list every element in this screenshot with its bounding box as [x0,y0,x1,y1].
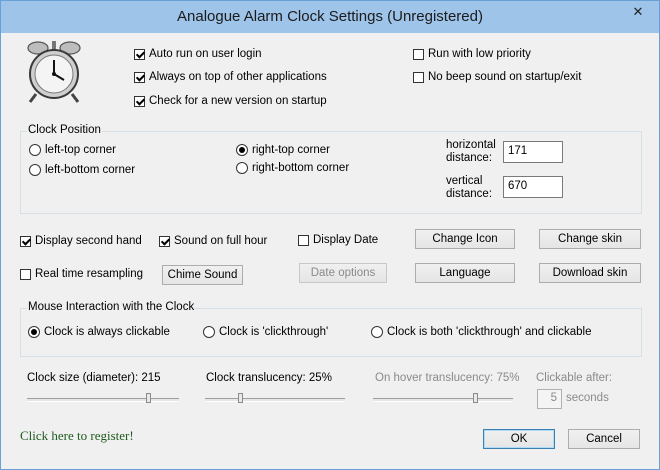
check-version-check-box[interactable] [134,95,145,107]
low-priority-checkbox[interactable]: Run with low priority [413,48,531,60]
both-radio-circle[interactable] [371,326,383,338]
second-hand-check-box[interactable] [20,235,31,247]
auto-run-check-box[interactable] [134,48,145,60]
vertical-distance-input[interactable]: 670 [503,176,563,198]
language-button[interactable]: Language [415,263,515,283]
right-bottom-radio-circle[interactable] [236,162,248,174]
realtime-resampling-label: Real time resampling [35,268,144,280]
hover-translucency-slider-track[interactable] [373,398,513,402]
horizontal-label-1: horizontal [446,139,496,151]
date-options-button[interactable]: Date options [299,263,387,283]
always-on-top-check-box[interactable] [134,71,145,83]
radio-left-bottom[interactable]: left-bottom corner [29,164,135,176]
auto-run-checkbox[interactable]: Auto run on user login [134,48,262,60]
check-version-checkbox[interactable]: Check for a new version on startup [134,95,327,107]
sound-full-hour-label: Sound on full hour [174,235,268,247]
horizontal-label-2: distance: [446,152,493,164]
sound-full-hour-check-box[interactable] [159,235,170,247]
second-hand-label: Display second hand [35,235,142,247]
always-clickable-radio-circle[interactable] [28,326,40,338]
clickthrough-label: Clock is 'clickthrough' [219,326,329,338]
radio-right-top[interactable]: right-top corner [236,144,330,156]
clock-size-label: Clock size (diameter): 215 [27,372,161,384]
right-top-label: right-top corner [252,144,330,156]
display-second-hand-checkbox[interactable]: Display second hand [20,235,142,247]
clickthrough-radio-circle[interactable] [203,326,215,338]
vertical-label-2: distance: [446,188,493,200]
display-date-check-box[interactable] [298,234,309,246]
radio-left-top[interactable]: left-top corner [29,144,116,156]
register-link[interactable]: Click here to register! [20,428,134,444]
radio-both[interactable]: Clock is both 'clickthrough' and clickab… [371,326,591,338]
left-top-radio-circle[interactable] [29,144,41,156]
cancel-button[interactable]: Cancel [568,429,640,449]
clickable-after-spinbox[interactable]: 5 [537,389,562,409]
left-top-label: left-top corner [45,144,116,156]
always-on-top-label: Always on top of other applications [149,71,327,83]
seconds-label: seconds [566,392,609,404]
low-priority-check-box[interactable] [413,48,424,60]
no-beep-label: No beep sound on startup/exit [428,71,582,83]
clock-size-slider-track[interactable] [27,398,179,402]
title-bar: Analogue Alarm Clock Settings (Unregiste… [1,1,659,33]
realtime-resampling-checkbox[interactable]: Real time resampling [20,268,143,280]
horizontal-distance-input[interactable]: 171 [503,141,563,163]
sound-full-hour-checkbox[interactable]: Sound on full hour [159,235,267,247]
left-bottom-radio-circle[interactable] [29,164,41,176]
translucency-slider-thumb[interactable] [238,393,243,403]
low-priority-label: Run with low priority [428,48,531,60]
always-on-top-checkbox[interactable]: Always on top of other applications [134,71,327,83]
check-version-label: Check for a new version on startup [149,95,327,107]
no-beep-check-box[interactable] [413,71,424,83]
vertical-label-1: vertical [446,175,483,187]
change-skin-button[interactable]: Change skin [539,229,641,249]
hover-translucency-label: On hover translucency: 75% [375,372,520,384]
download-skin-button[interactable]: Download skin [539,263,641,283]
both-label: Clock is both 'clickthrough' and clickab… [387,326,592,338]
realtime-resampling-check-box[interactable] [20,268,31,280]
window-title: Analogue Alarm Clock Settings (Unregiste… [177,8,483,25]
always-clickable-label: Clock is always clickable [44,326,170,338]
translucency-slider-track[interactable] [205,398,345,402]
clickable-after-label: Clickable after: [536,372,613,384]
radio-clickthrough[interactable]: Clock is 'clickthrough' [203,326,328,338]
change-icon-button[interactable]: Change Icon [415,229,515,249]
alarm-clock-icon [27,41,81,103]
left-bottom-label: left-bottom corner [45,164,136,176]
display-date-label: Display Date [313,234,379,246]
clock-size-slider-thumb[interactable] [146,393,151,403]
chime-sound-button[interactable]: Chime Sound [162,265,243,285]
radio-right-bottom[interactable]: right-bottom corner [236,162,349,174]
translucency-label: Clock translucency: 25% [206,372,332,384]
radio-always-clickable[interactable]: Clock is always clickable [28,326,170,338]
display-date-checkbox[interactable]: Display Date [298,234,378,246]
auto-run-label: Auto run on user login [149,48,262,60]
ok-button[interactable]: OK [483,429,555,449]
close-icon[interactable]: ✕ [623,2,653,22]
no-beep-checkbox[interactable]: No beep sound on startup/exit [413,71,581,83]
right-top-radio-circle[interactable] [236,144,248,156]
hover-translucency-slider-thumb[interactable] [473,393,478,403]
right-bottom-label: right-bottom corner [252,162,350,174]
mouse-interaction-title: Mouse Interaction with the Clock [27,301,196,313]
clock-position-title: Clock Position [27,124,102,136]
